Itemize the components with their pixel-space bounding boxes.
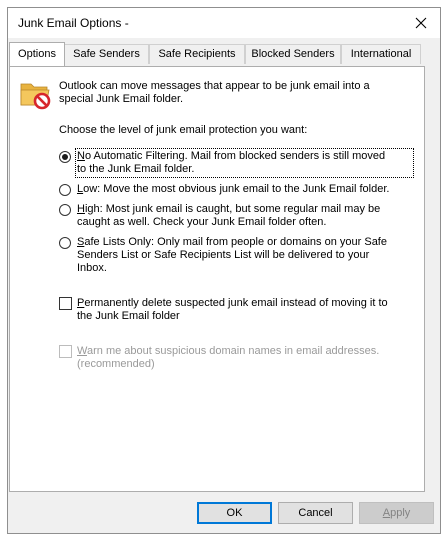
no-filtering-label[interactable]: No Automatic Filtering. Mail from blocke… bbox=[77, 150, 385, 163]
high-label-line-2: caught as well. Check your Junk Email fo… bbox=[77, 216, 327, 228]
tab-label: Safe Senders bbox=[73, 48, 140, 60]
label-text: ow: Move the most obvious junk email to … bbox=[83, 183, 390, 195]
button-label: pply bbox=[390, 507, 411, 519]
protection-level-prompt: Choose the level of junk email protectio… bbox=[59, 124, 308, 136]
access-key: N bbox=[77, 150, 85, 162]
window-title: Junk Email Options - bbox=[18, 16, 129, 30]
tab-options[interactable]: Options bbox=[9, 42, 65, 66]
radio-no-automatic-filtering[interactable] bbox=[59, 151, 71, 163]
label-text: ermanently delete suspected junk email i… bbox=[84, 297, 388, 309]
label-text: o Automatic Filtering. Mail from blocked… bbox=[84, 150, 386, 162]
tab-blocked-senders[interactable]: Blocked Senders bbox=[245, 44, 341, 64]
intro-line-2: special Junk Email folder. bbox=[59, 93, 184, 105]
safe-lists-label-line-3: Inbox. bbox=[77, 262, 107, 274]
access-key: H bbox=[77, 203, 85, 215]
tab-label: Safe Recipients bbox=[158, 48, 236, 60]
permanently-delete-label-line-2: the Junk Email folder bbox=[77, 310, 180, 322]
apply-button[interactable]: Apply bbox=[359, 502, 434, 524]
tab-safe-recipients[interactable]: Safe Recipients bbox=[149, 44, 245, 64]
tab-safe-senders[interactable]: Safe Senders bbox=[64, 44, 149, 64]
warn-suspicious-domains-label-line-2: (recommended) bbox=[77, 358, 155, 370]
radio-low[interactable] bbox=[59, 184, 71, 196]
access-key: W bbox=[77, 345, 87, 357]
no-filtering-label-line-2: to the Junk Email folder. bbox=[77, 163, 195, 175]
warn-suspicious-domains-label: Warn me about suspicious domain names in… bbox=[77, 345, 379, 358]
tab-label: Options bbox=[18, 48, 56, 60]
intro-line-1: Outlook can move messages that appear to… bbox=[59, 80, 370, 92]
title-bar: Junk Email Options - bbox=[8, 8, 440, 38]
low-label[interactable]: Low: Move the most obvious junk email to… bbox=[77, 183, 389, 196]
access-key: A bbox=[382, 507, 391, 519]
tab-label: Blocked Senders bbox=[251, 48, 335, 60]
label-text: arn me about suspicious domain names in … bbox=[86, 345, 380, 357]
options-panel: Outlook can move messages that appear to… bbox=[9, 66, 425, 492]
label-text: igh: Most junk email is caught, but some… bbox=[84, 203, 381, 215]
warn-suspicious-domains-checkbox[interactable] bbox=[59, 345, 72, 358]
label-text: afe Lists Only: Only mail from people or… bbox=[84, 236, 387, 248]
cancel-button[interactable]: Cancel bbox=[278, 502, 353, 524]
close-button[interactable] bbox=[408, 11, 434, 35]
radio-high[interactable] bbox=[59, 204, 71, 216]
permanently-delete-label[interactable]: Permanently delete suspected junk email … bbox=[77, 297, 388, 310]
junk-folder-icon bbox=[20, 83, 51, 110]
close-icon bbox=[415, 17, 427, 29]
permanently-delete-checkbox[interactable] bbox=[59, 297, 72, 310]
radio-safe-lists-only[interactable] bbox=[59, 237, 71, 249]
high-label[interactable]: High: Most junk email is caught, but som… bbox=[77, 203, 380, 216]
tab-international[interactable]: International bbox=[341, 44, 421, 64]
tab-label: International bbox=[350, 48, 412, 60]
safe-lists-label-line-2: Senders List or Safe Recipients List wil… bbox=[77, 249, 370, 261]
ok-button[interactable]: OK bbox=[197, 502, 272, 524]
safe-lists-label[interactable]: Safe Lists Only: Only mail from people o… bbox=[77, 236, 387, 249]
